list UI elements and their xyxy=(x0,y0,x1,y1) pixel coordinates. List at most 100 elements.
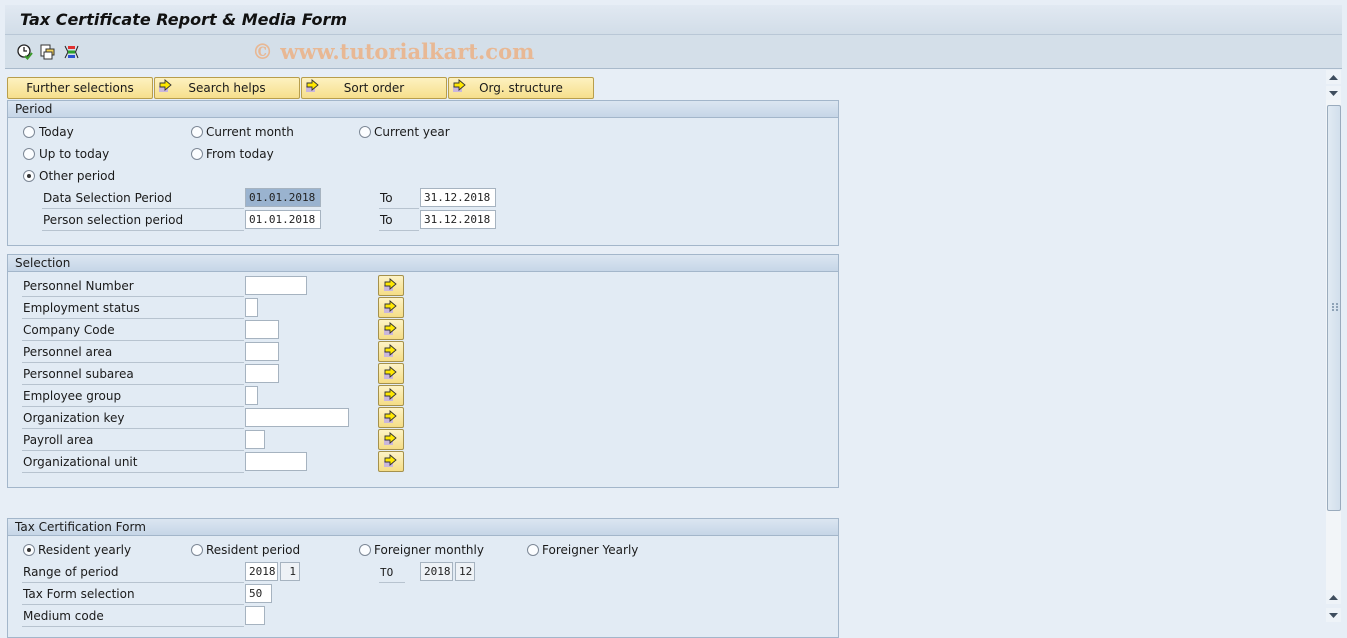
radio-other-period[interactable] xyxy=(23,170,35,182)
arrow-right-icon xyxy=(384,278,397,291)
tax-form-selection-input[interactable]: 50 xyxy=(245,584,272,603)
employment-status-input[interactable] xyxy=(245,298,258,317)
watermark: © www.tutorialkart.com xyxy=(252,39,535,64)
radio-label: Today xyxy=(39,125,74,139)
radio-label: Other period xyxy=(39,169,116,183)
employment-status-multiple-selection-button[interactable] xyxy=(378,297,404,318)
field-label: Organizational unit xyxy=(22,453,244,473)
execute-clock-icon[interactable] xyxy=(16,43,34,61)
organization-key-input[interactable] xyxy=(245,408,349,427)
company-code-multiple-selection-button[interactable] xyxy=(378,319,404,340)
title-bar: Tax Certificate Report & Media Form xyxy=(5,5,1342,35)
scroll-down-button[interactable] xyxy=(1326,86,1341,100)
arrow-up-icon xyxy=(1329,595,1338,600)
field-label: Company Code xyxy=(22,321,244,341)
radio-resident-period[interactable] xyxy=(191,544,203,556)
to-label: TO xyxy=(379,563,405,583)
radio-label: Resident period xyxy=(206,543,301,557)
radio-resident-yearly[interactable] xyxy=(23,544,35,556)
field-label: Tax Form selection xyxy=(22,585,244,605)
arrow-right-icon xyxy=(384,388,397,401)
field-label: Personnel subarea xyxy=(22,365,244,385)
radio-label: Resident yearly xyxy=(38,543,132,557)
radio-today[interactable] xyxy=(23,126,35,138)
radio-label: Foreigner Yearly xyxy=(542,543,639,557)
payroll-area-multiple-selection-button[interactable] xyxy=(378,429,404,450)
radio-current-year[interactable] xyxy=(359,126,371,138)
application-toolbar: © www.tutorialkart.com xyxy=(5,35,1342,69)
arrow-right-icon xyxy=(159,79,172,92)
company-code-input[interactable] xyxy=(245,320,279,339)
medium-code-input[interactable] xyxy=(245,606,265,625)
organizational-unit-multiple-selection-button[interactable] xyxy=(378,451,404,472)
get-variant-icon[interactable] xyxy=(39,43,57,61)
radio-up-to-today[interactable] xyxy=(23,148,35,160)
search-helps-button[interactable]: Search helps xyxy=(154,77,300,99)
employee-group-input[interactable] xyxy=(245,386,258,405)
personnel-number-input[interactable] xyxy=(245,276,307,295)
data-selection-from-input[interactable]: 01.01.2018 xyxy=(245,188,321,207)
scroll-down-button-bottom[interactable] xyxy=(1326,608,1341,622)
to-label: To xyxy=(379,189,419,209)
scroll-up-button[interactable] xyxy=(1326,70,1341,84)
group-title: Tax Certification Form xyxy=(8,519,838,536)
field-label: Employment status xyxy=(22,299,244,319)
person-selection-from-input[interactable]: 01.01.2018 xyxy=(245,210,321,229)
range-from-month-input[interactable]: 1 xyxy=(280,562,300,581)
arrow-right-icon xyxy=(384,366,397,379)
button-label: Search helps xyxy=(188,81,266,95)
personnel-number-multiple-selection-button[interactable] xyxy=(378,275,404,296)
organization-key-multiple-selection-button[interactable] xyxy=(378,407,404,428)
scroll-up-button-bottom[interactable] xyxy=(1326,590,1341,604)
arrow-right-icon xyxy=(384,454,397,467)
arrow-right-icon xyxy=(384,322,397,335)
arrow-right-icon xyxy=(384,300,397,313)
further-selections-button[interactable]: Further selections xyxy=(7,77,153,99)
arrow-down-icon xyxy=(1329,613,1338,618)
employee-group-multiple-selection-button[interactable] xyxy=(378,385,404,406)
field-label: Personnel Number xyxy=(22,277,244,297)
radio-label: Current month xyxy=(206,125,294,139)
field-label: Medium code xyxy=(22,607,244,627)
button-label: Org. structure xyxy=(479,81,563,95)
field-label: Payroll area xyxy=(22,431,244,451)
field-label: Data Selection Period xyxy=(42,189,244,209)
grip-icon xyxy=(1332,303,1338,311)
personnel-area-multiple-selection-button[interactable] xyxy=(378,341,404,362)
radio-label: From today xyxy=(206,147,274,161)
arrow-up-icon xyxy=(1329,75,1338,80)
radio-foreigner-yearly[interactable] xyxy=(527,544,539,556)
org-structure-button[interactable]: Org. structure xyxy=(448,77,594,99)
personnel-subarea-input[interactable] xyxy=(245,364,279,383)
range-from-year-input[interactable]: 2018 xyxy=(245,562,278,581)
payroll-area-input[interactable] xyxy=(245,430,265,449)
page-title: Tax Certificate Report & Media Form xyxy=(20,10,348,29)
radio-foreigner-monthly[interactable] xyxy=(359,544,371,556)
field-label: Organization key xyxy=(22,409,244,429)
field-label: Employee group xyxy=(22,387,244,407)
radio-from-today[interactable] xyxy=(191,148,203,160)
person-selection-to-input[interactable]: 31.12.2018 xyxy=(420,210,496,229)
personnel-subarea-multiple-selection-button[interactable] xyxy=(378,363,404,384)
arrow-right-icon xyxy=(384,344,397,357)
field-label: Person selection period xyxy=(42,211,244,231)
personnel-area-input[interactable] xyxy=(245,342,279,361)
group-title: Period xyxy=(8,101,838,118)
data-selection-to-input[interactable]: 31.12.2018 xyxy=(420,188,496,207)
radio-label: Foreigner monthly xyxy=(374,543,484,557)
range-to-year-input[interactable]: 2018 xyxy=(420,562,453,581)
arrow-right-icon xyxy=(306,79,319,92)
scroll-thumb[interactable] xyxy=(1327,105,1341,511)
field-label: Range of period xyxy=(22,563,244,583)
radio-label: Current year xyxy=(374,125,450,139)
radio-current-month[interactable] xyxy=(191,126,203,138)
vertical-scrollbar[interactable] xyxy=(1326,70,1342,624)
group-title: Selection xyxy=(8,255,838,272)
button-label: Sort order xyxy=(343,81,405,95)
range-to-month-input[interactable]: 12 xyxy=(455,562,475,581)
selection-options-icon[interactable] xyxy=(63,43,81,61)
sort-order-button[interactable]: Sort order xyxy=(301,77,447,99)
arrow-right-icon xyxy=(384,432,397,445)
arrow-right-icon xyxy=(384,410,397,423)
organizational-unit-input[interactable] xyxy=(245,452,307,471)
